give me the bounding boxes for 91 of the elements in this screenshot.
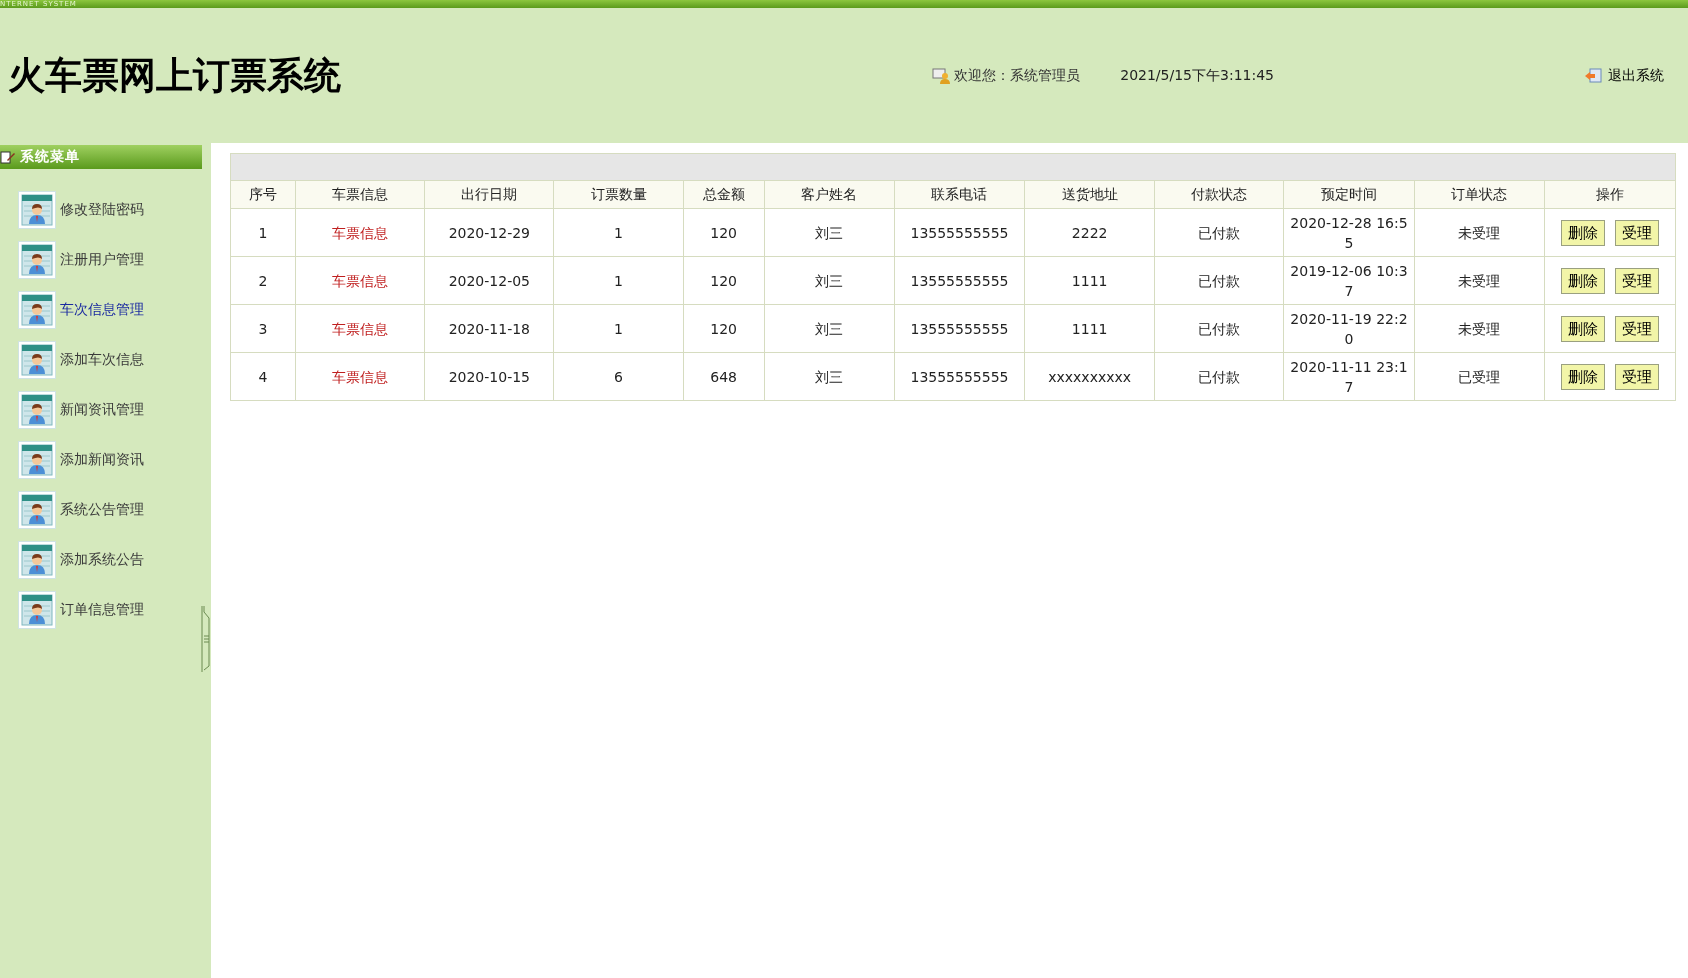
column-header: 联系电话	[894, 180, 1025, 209]
table-cell: 3	[230, 304, 296, 353]
user-card-icon	[18, 241, 56, 279]
menu-item[interactable]: 添加系统公告	[60, 551, 144, 569]
table-cell: 13555555555	[894, 256, 1025, 305]
table-cell: 已付款	[1154, 256, 1284, 305]
column-header: 总金额	[683, 180, 765, 209]
menu-item[interactable]: 系统公告管理	[60, 501, 144, 519]
column-header: 车票信息	[295, 180, 425, 209]
menu-item[interactable]: 订单信息管理	[60, 601, 144, 619]
splitter-handle[interactable]	[201, 606, 211, 672]
ticket-info-link[interactable]: 车票信息	[332, 272, 389, 289]
table-cell: 2020-11-11 23:17	[1283, 352, 1415, 401]
table-cell: 已付款	[1154, 352, 1284, 401]
menu-item[interactable]: 添加新闻资讯	[60, 451, 144, 469]
table-cell: 已受理	[1414, 352, 1545, 401]
menu-item[interactable]: 修改登陆密码	[60, 201, 144, 219]
ticket-info-link[interactable]: 车票信息	[332, 368, 389, 385]
user-card-icon	[18, 441, 56, 479]
table-cell: xxxxxxxxxx	[1024, 352, 1155, 401]
column-header: 客户姓名	[764, 180, 895, 209]
table-cell: 1	[553, 208, 684, 257]
table-cell: 2020-10-15	[424, 352, 554, 401]
table-cell: 2020-11-19 22:20	[1283, 304, 1415, 353]
delete-button[interactable]: 删除	[1560, 363, 1605, 390]
table-cell: 2020-11-18	[424, 304, 554, 353]
column-header: 操作	[1544, 180, 1676, 209]
table-cell: 2020-12-28 16:55	[1283, 208, 1415, 257]
menu-title: 系统菜单	[20, 148, 80, 166]
table-cell: 13555555555	[894, 304, 1025, 353]
table-cell: 120	[683, 256, 765, 305]
user-card-icon	[18, 491, 56, 529]
table-cell: 已付款	[1154, 208, 1284, 257]
menu-item[interactable]: 新闻资讯管理	[60, 401, 144, 419]
user-card-icon	[18, 541, 56, 579]
delete-button[interactable]: 删除	[1560, 315, 1605, 342]
delete-button[interactable]: 删除	[1560, 219, 1605, 246]
table-cell: 刘三	[764, 352, 895, 401]
edit-icon	[0, 150, 16, 164]
accept-button[interactable]: 受理	[1614, 219, 1659, 246]
column-header: 序号	[230, 180, 296, 209]
date-time: 2021/5/15下午3:11:45	[1120, 66, 1274, 85]
table-cell: 1	[553, 304, 684, 353]
table-cell: 2	[230, 256, 296, 305]
table-cell: 1	[230, 208, 296, 257]
exit-icon	[1584, 67, 1602, 84]
table-cell: 4	[230, 352, 296, 401]
welcome-text: 欢迎您：系统管理员	[954, 66, 1081, 85]
accept-button[interactable]: 受理	[1614, 315, 1659, 342]
column-header: 送货地址	[1024, 180, 1155, 209]
menu-item[interactable]: 注册用户管理	[60, 251, 144, 269]
accept-button[interactable]: 受理	[1614, 267, 1659, 294]
menu-item[interactable]: 添加车次信息	[60, 351, 144, 369]
user-card-icon	[18, 341, 56, 379]
table-cell: 120	[683, 208, 765, 257]
table-cell: 2222	[1024, 208, 1155, 257]
table-cell: 未受理	[1414, 256, 1545, 305]
user-card-icon	[18, 191, 56, 229]
table-cell: 刘三	[764, 256, 895, 305]
user-icon	[932, 67, 951, 84]
table-cell: 2020-12-29	[424, 208, 554, 257]
table-cell: 2020-12-05	[424, 256, 554, 305]
column-header: 预定时间	[1283, 180, 1415, 209]
column-header: 订票数量	[553, 180, 684, 209]
table-cell: 未受理	[1414, 304, 1545, 353]
logout-link[interactable]: 退出系统	[1584, 66, 1664, 85]
table-cell: 已付款	[1154, 304, 1284, 353]
column-header: 订单状态	[1414, 180, 1545, 209]
table-cell: 1	[553, 256, 684, 305]
column-header: 付款状态	[1154, 180, 1284, 209]
menu-item[interactable]: 车次信息管理	[60, 301, 144, 319]
ticket-info-link[interactable]: 车票信息	[332, 224, 389, 241]
table-cell: 648	[683, 352, 765, 401]
table-cell: 未受理	[1414, 208, 1545, 257]
table-cell: 2019-12-06 10:37	[1283, 256, 1415, 305]
table-cell: 13555555555	[894, 352, 1025, 401]
user-card-icon	[18, 291, 56, 329]
user-card-icon	[18, 391, 56, 429]
table-cell: 1111	[1024, 304, 1155, 353]
system-title: 火车票网上订票系统	[8, 52, 341, 99]
user-card-icon	[18, 591, 56, 629]
table-cell: 13555555555	[894, 208, 1025, 257]
table-cell: 1111	[1024, 256, 1155, 305]
table-cell: 刘三	[764, 208, 895, 257]
column-header: 出行日期	[424, 180, 554, 209]
table-cell: 刘三	[764, 304, 895, 353]
delete-button[interactable]: 删除	[1560, 267, 1605, 294]
ticket-info-link[interactable]: 车票信息	[332, 320, 389, 337]
table-cell: 6	[553, 352, 684, 401]
accept-button[interactable]: 受理	[1614, 363, 1659, 390]
table-cell: 120	[683, 304, 765, 353]
